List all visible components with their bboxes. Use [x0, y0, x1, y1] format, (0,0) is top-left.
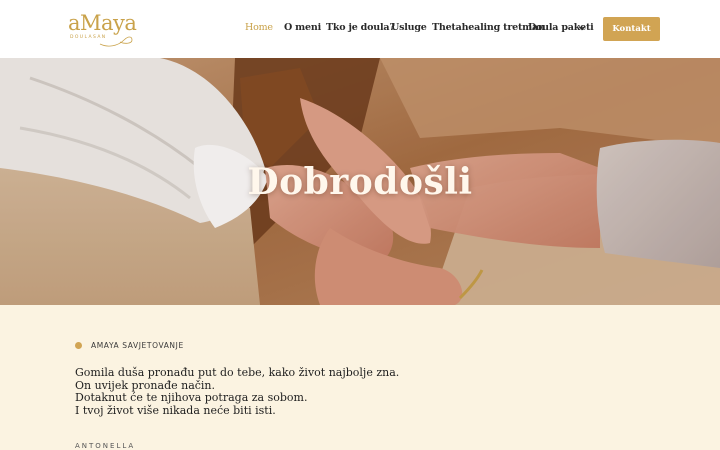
- contact-button[interactable]: Kontakt: [603, 17, 660, 41]
- intro-quote: Gomila duša pronađu put do tebe, kako ži…: [75, 366, 400, 417]
- quote-line: Dotaknut će te njihova potraga za sobom.: [75, 391, 308, 404]
- nav-item-usluge[interactable]: Usluge: [391, 22, 427, 33]
- intro-section: AMAYA SAVJETOVANJE Gomila duša pronađu p…: [0, 305, 720, 450]
- chevron-down-icon[interactable]: [578, 25, 586, 31]
- site-header: aMaya DOULASAN Home O meni Tko je doula?…: [0, 0, 720, 58]
- nav-item-tko-je-doula[interactable]: Tko je doula?: [326, 22, 395, 33]
- quote-author: ANTONELLA: [75, 442, 136, 450]
- eyebrow-dot-icon: [75, 342, 82, 349]
- quote-line: Gomila duša pronađu put do tebe, kako ži…: [75, 366, 400, 379]
- nav-item-o-meni[interactable]: O meni: [284, 22, 321, 33]
- quote-line: I tvoj život više nikada neće biti isti.: [75, 403, 276, 417]
- nav-item-home[interactable]: Home: [245, 22, 273, 33]
- hero-banner: Dobrodošli: [0, 58, 720, 305]
- eyebrow-label: AMAYA SAVJETOVANJE: [91, 341, 184, 350]
- hero-title: Dobrodošli: [247, 161, 473, 203]
